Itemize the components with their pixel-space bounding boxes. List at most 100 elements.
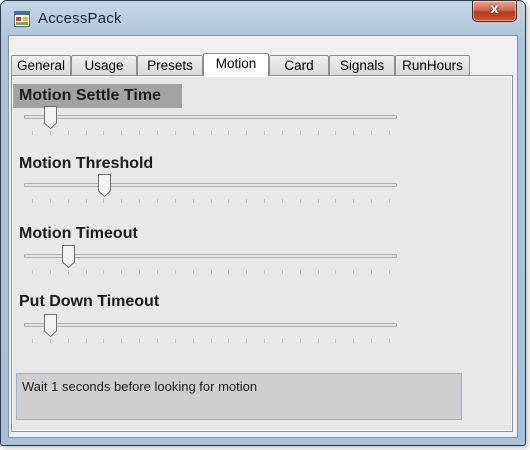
- slider-tick: [192, 270, 194, 274]
- slider-tick: [139, 131, 141, 135]
- tab-strip: General Usage Presets Motion Card Signal…: [11, 53, 515, 76]
- slider-tick: [121, 339, 123, 343]
- slider-tick: [139, 199, 141, 203]
- slider-tick: [371, 131, 373, 135]
- slider-tick: [210, 131, 212, 135]
- tab-runhours[interactable]: RunHours: [395, 55, 470, 75]
- slider-tick: [174, 199, 176, 203]
- slider-tick: [210, 339, 212, 343]
- slider-ticks: [24, 199, 397, 205]
- slider-tick: [32, 270, 33, 274]
- motion-threshold-slider[interactable]: [24, 174, 397, 197]
- slider-tick: [32, 199, 33, 203]
- slider-tick: [228, 199, 230, 203]
- slider-tick: [174, 270, 176, 274]
- tab-general[interactable]: General: [11, 55, 71, 75]
- title-bar[interactable]: AccessPack x: [1, 1, 525, 36]
- slider-tick: [353, 339, 355, 343]
- tab-motion[interactable]: Motion: [203, 53, 269, 76]
- slider-tick: [85, 270, 87, 274]
- slider-tick: [174, 339, 176, 343]
- motion-timeout-slider[interactable]: [24, 245, 397, 268]
- slider-tick: [156, 199, 158, 203]
- motion-settle-time-slider[interactable]: [24, 106, 397, 129]
- slider-tick: [335, 199, 337, 203]
- slider-thumb[interactable]: [44, 106, 58, 129]
- slider-tick: [139, 339, 141, 343]
- slider-tick: [103, 270, 105, 274]
- tab-signals[interactable]: Signals: [329, 55, 395, 75]
- slider-tick: [317, 339, 319, 343]
- close-button[interactable]: x: [472, 1, 517, 22]
- app-window: AccessPack x General Usage Presets Motio…: [0, 0, 526, 446]
- put-down-timeout-slider[interactable]: [24, 314, 397, 337]
- window-title: AccessPack: [38, 10, 122, 27]
- slider-tick: [335, 270, 337, 274]
- status-message-box: Wait 1 seconds before looking for motion: [16, 373, 462, 420]
- slider-tick: [174, 131, 176, 135]
- slider-tick: [121, 131, 123, 135]
- slider-tick: [281, 339, 283, 343]
- slider-tick: [299, 131, 301, 135]
- slider-tick: [264, 270, 266, 274]
- motion-settle-time-label: Motion Settle Time: [13, 84, 182, 108]
- slider-tick: [32, 339, 33, 343]
- slider-tick: [371, 270, 373, 274]
- slider-tick: [49, 339, 51, 343]
- slider-tick: [335, 339, 337, 343]
- slider-tick: [371, 199, 373, 203]
- slider-ticks: [24, 339, 397, 345]
- slider-ticks: [24, 131, 397, 137]
- slider-tick: [228, 131, 230, 135]
- slider-thumb[interactable]: [97, 174, 111, 197]
- application-window-icon: [14, 11, 30, 27]
- slider-tick: [103, 131, 105, 135]
- close-icon: x: [490, 2, 499, 17]
- slider-tick: [389, 270, 390, 274]
- slider-tick: [264, 199, 266, 203]
- slider-thumb[interactable]: [62, 245, 76, 268]
- slider-tick: [32, 131, 33, 135]
- slider-tick: [67, 199, 69, 203]
- slider-tick: [246, 270, 248, 274]
- slider-tick: [121, 270, 123, 274]
- slider-tick: [246, 339, 248, 343]
- slider-tick: [121, 199, 123, 203]
- slider-tick: [389, 199, 390, 203]
- slider-tick: [156, 339, 158, 343]
- slider-tick: [156, 131, 158, 135]
- slider-tick: [389, 131, 390, 135]
- motion-tab-page: Motion Settle Time Motion Threshold Moti…: [11, 75, 513, 432]
- client-area: General Usage Presets Motion Card Signal…: [8, 35, 518, 438]
- slider-tick: [85, 131, 87, 135]
- slider-thumb[interactable]: [44, 314, 58, 337]
- slider-tick: [264, 339, 266, 343]
- slider-tick: [192, 131, 194, 135]
- slider-tick: [67, 270, 69, 274]
- slider-tick: [210, 199, 212, 203]
- slider-tick: [85, 199, 87, 203]
- slider-tick: [156, 270, 158, 274]
- slider-tick: [264, 131, 266, 135]
- put-down-timeout-label: Put Down Timeout: [19, 293, 160, 310]
- slider-tick: [67, 339, 69, 343]
- slider-tick: [299, 199, 301, 203]
- tab-presets[interactable]: Presets: [137, 55, 203, 75]
- slider-tick: [139, 270, 141, 274]
- slider-tick: [281, 131, 283, 135]
- slider-tick: [246, 131, 248, 135]
- slider-tick: [389, 339, 390, 343]
- status-message: Wait 1 seconds before looking for motion: [22, 379, 258, 394]
- slider-tick: [103, 339, 105, 343]
- tab-card[interactable]: Card: [269, 55, 329, 75]
- tab-usage[interactable]: Usage: [71, 55, 137, 75]
- motion-threshold-label: Motion Threshold: [19, 155, 154, 172]
- slider-tick: [317, 270, 319, 274]
- slider-tick: [192, 339, 194, 343]
- slider-tick: [353, 131, 355, 135]
- slider-tick: [317, 131, 319, 135]
- slider-tick: [228, 339, 230, 343]
- slider-tick: [281, 270, 283, 274]
- slider-ticks: [24, 270, 397, 276]
- slider-tick: [49, 199, 51, 203]
